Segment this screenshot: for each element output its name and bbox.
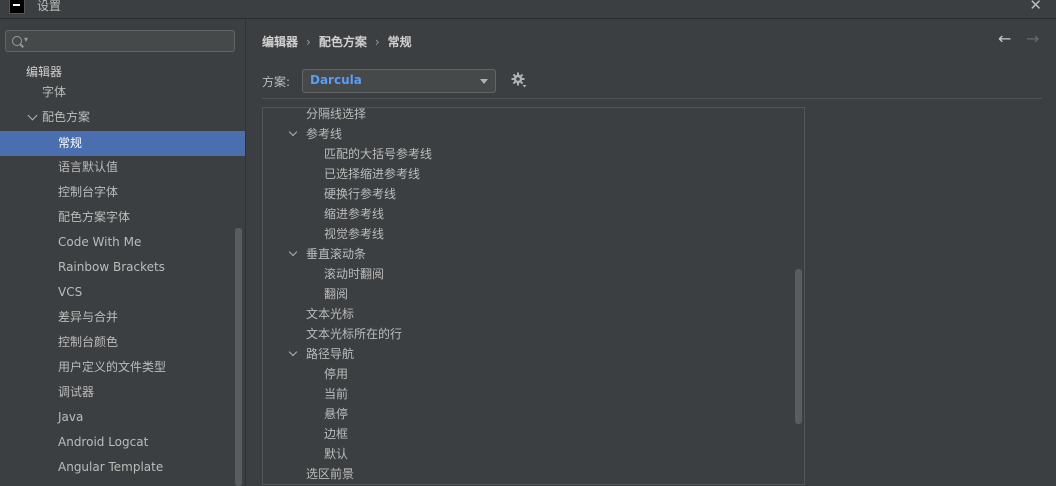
tree-group-breadcrumbs[interactable]: 路径导航	[306, 344, 354, 364]
tree-item[interactable]: 停用	[324, 364, 348, 384]
settings-sidebar: ▾ 编辑器 字体 配色方案 常规 语言默认值 控制台字体 配色方案字体 Code…	[0, 19, 246, 486]
sidebar-item-angular-template[interactable]: Angular Template	[0, 455, 245, 480]
tree-scrollbar[interactable]	[795, 269, 802, 424]
tree-item[interactable]: 已选择缩进参考线	[324, 164, 420, 184]
sidebar-item-label: Angular Template	[58, 460, 164, 474]
sidebar-item-label: 常规	[58, 136, 83, 150]
search-box[interactable]: ▾	[5, 30, 235, 52]
sidebar-item-code-with-me[interactable]: Code With Me	[0, 230, 245, 255]
forward-arrow-icon[interactable]: →	[1026, 29, 1039, 48]
sidebar-item-font[interactable]: 字体	[0, 80, 245, 105]
scheme-label: 方案:	[262, 75, 291, 89]
sidebar-item-android-logcat[interactable]: Android Logcat	[0, 430, 245, 455]
dropdown-arrow-icon	[480, 79, 488, 84]
tree-item[interactable]: 分隔线选择	[306, 108, 366, 124]
sidebar-item-console-font[interactable]: 控制台字体	[0, 180, 245, 205]
sidebar-item-language-defaults[interactable]: 语言默认值	[0, 155, 245, 180]
sidebar-item-label: 语言默认值	[58, 160, 119, 174]
sidebar-item-label: VCS	[58, 285, 83, 299]
sidebar-item-vcs[interactable]: VCS	[0, 280, 245, 305]
window-title: 设置	[37, 0, 62, 13]
sidebar-item-label: 字体	[42, 85, 67, 99]
sidebar-item-console-colors[interactable]: 控制台颜色	[0, 330, 245, 355]
tree-group-vertical-scrollbar[interactable]: 垂直滚动条	[306, 244, 366, 264]
tree-item[interactable]: 硬换行参考线	[324, 184, 396, 204]
tree-item[interactable]: 文本光标	[306, 304, 354, 324]
tree-group-guides[interactable]: 参考线	[306, 124, 342, 144]
sidebar-item-label: Java	[58, 410, 84, 424]
tree-item[interactable]: 文本光标所在的行	[306, 324, 402, 344]
tree-item[interactable]: 默认	[324, 444, 348, 464]
search-icon	[12, 36, 22, 46]
app-logo-icon	[9, 0, 25, 14]
sidebar-item-rainbow-brackets[interactable]: Rainbow Brackets	[0, 255, 245, 280]
sidebar-item-color-scheme-font[interactable]: 配色方案字体	[0, 205, 245, 230]
back-arrow-icon[interactable]: ←	[998, 29, 1011, 48]
breadcrumb-item[interactable]: 编辑器	[262, 35, 298, 49]
chevron-down-icon[interactable]	[288, 127, 298, 137]
breadcrumb: 编辑器 › 配色方案 › 常规	[262, 33, 412, 51]
tree-item[interactable]: 视觉参考线	[324, 224, 384, 244]
sidebar-item-color-scheme[interactable]: 配色方案	[0, 105, 245, 130]
sidebar-item-label: Android Logcat	[58, 435, 149, 449]
sidebar-scrollbar[interactable]	[235, 228, 242, 486]
search-options-icon[interactable]: ▾	[24, 35, 28, 44]
gear-icon[interactable]	[511, 72, 527, 88]
tree-item[interactable]: 悬停	[324, 404, 348, 424]
sidebar-item-label: 配色方案	[42, 110, 91, 124]
sidebar-item-user-file-types[interactable]: 用户定义的文件类型	[0, 355, 245, 380]
chevron-down-icon[interactable]	[288, 347, 298, 357]
tree-item[interactable]: 滚动时翻阅	[324, 264, 384, 284]
breadcrumb-separator: ›	[306, 35, 311, 49]
breadcrumb-item-current: 常规	[387, 35, 412, 49]
sidebar-item-label: Rainbow Brackets	[58, 260, 165, 274]
tree-item[interactable]: 选区前景	[306, 464, 354, 484]
sidebar-item-general[interactable]: 常规	[0, 131, 245, 156]
chevron-down-icon[interactable]	[27, 110, 38, 121]
color-settings-tree: 分隔线选择 参考线 匹配的大括号参考线 已选择缩进参考线 硬换行参考线 缩进参考…	[262, 107, 805, 485]
sidebar-item-label: 控制台字体	[58, 185, 119, 199]
tree-item[interactable]: 匹配的大括号参考线	[324, 144, 432, 164]
sidebar-item-diff-merge[interactable]: 差异与合并	[0, 305, 245, 330]
header-divider	[262, 98, 1042, 99]
chevron-down-icon[interactable]	[288, 247, 298, 257]
main-panel: 编辑器 › 配色方案 › 常规 ← → 方案: Darcula 分隔线选择 参考线 匹配…	[246, 19, 1056, 486]
sidebar-item-label: 控制台颜色	[58, 335, 119, 349]
tree-item[interactable]: 当前	[324, 384, 348, 404]
sidebar-item-java[interactable]: Java	[0, 405, 245, 430]
sidebar-item-label: 差异与合并	[58, 310, 119, 324]
scheme-selected-value: Darcula	[310, 73, 362, 87]
tree-item[interactable]: 翻阅	[324, 284, 348, 304]
sidebar-item-label: 用户定义的文件类型	[58, 360, 167, 374]
sidebar-item-label: 配色方案字体	[58, 210, 131, 224]
scheme-dropdown[interactable]: Darcula	[302, 69, 496, 93]
title-bar: 设置 ✕	[0, 0, 1056, 19]
search-input[interactable]	[34, 33, 233, 51]
breadcrumb-item[interactable]: 配色方案	[319, 35, 367, 49]
sidebar-item-label: 调试器	[58, 385, 95, 399]
sidebar-item-debugger[interactable]: 调试器	[0, 380, 245, 405]
tree-item[interactable]: 缩进参考线	[324, 204, 384, 224]
close-icon[interactable]: ✕	[1029, 0, 1042, 14]
tree-item[interactable]: 边框	[324, 424, 348, 444]
breadcrumb-separator: ›	[374, 35, 380, 49]
sidebar-item-label: Code With Me	[58, 235, 142, 249]
